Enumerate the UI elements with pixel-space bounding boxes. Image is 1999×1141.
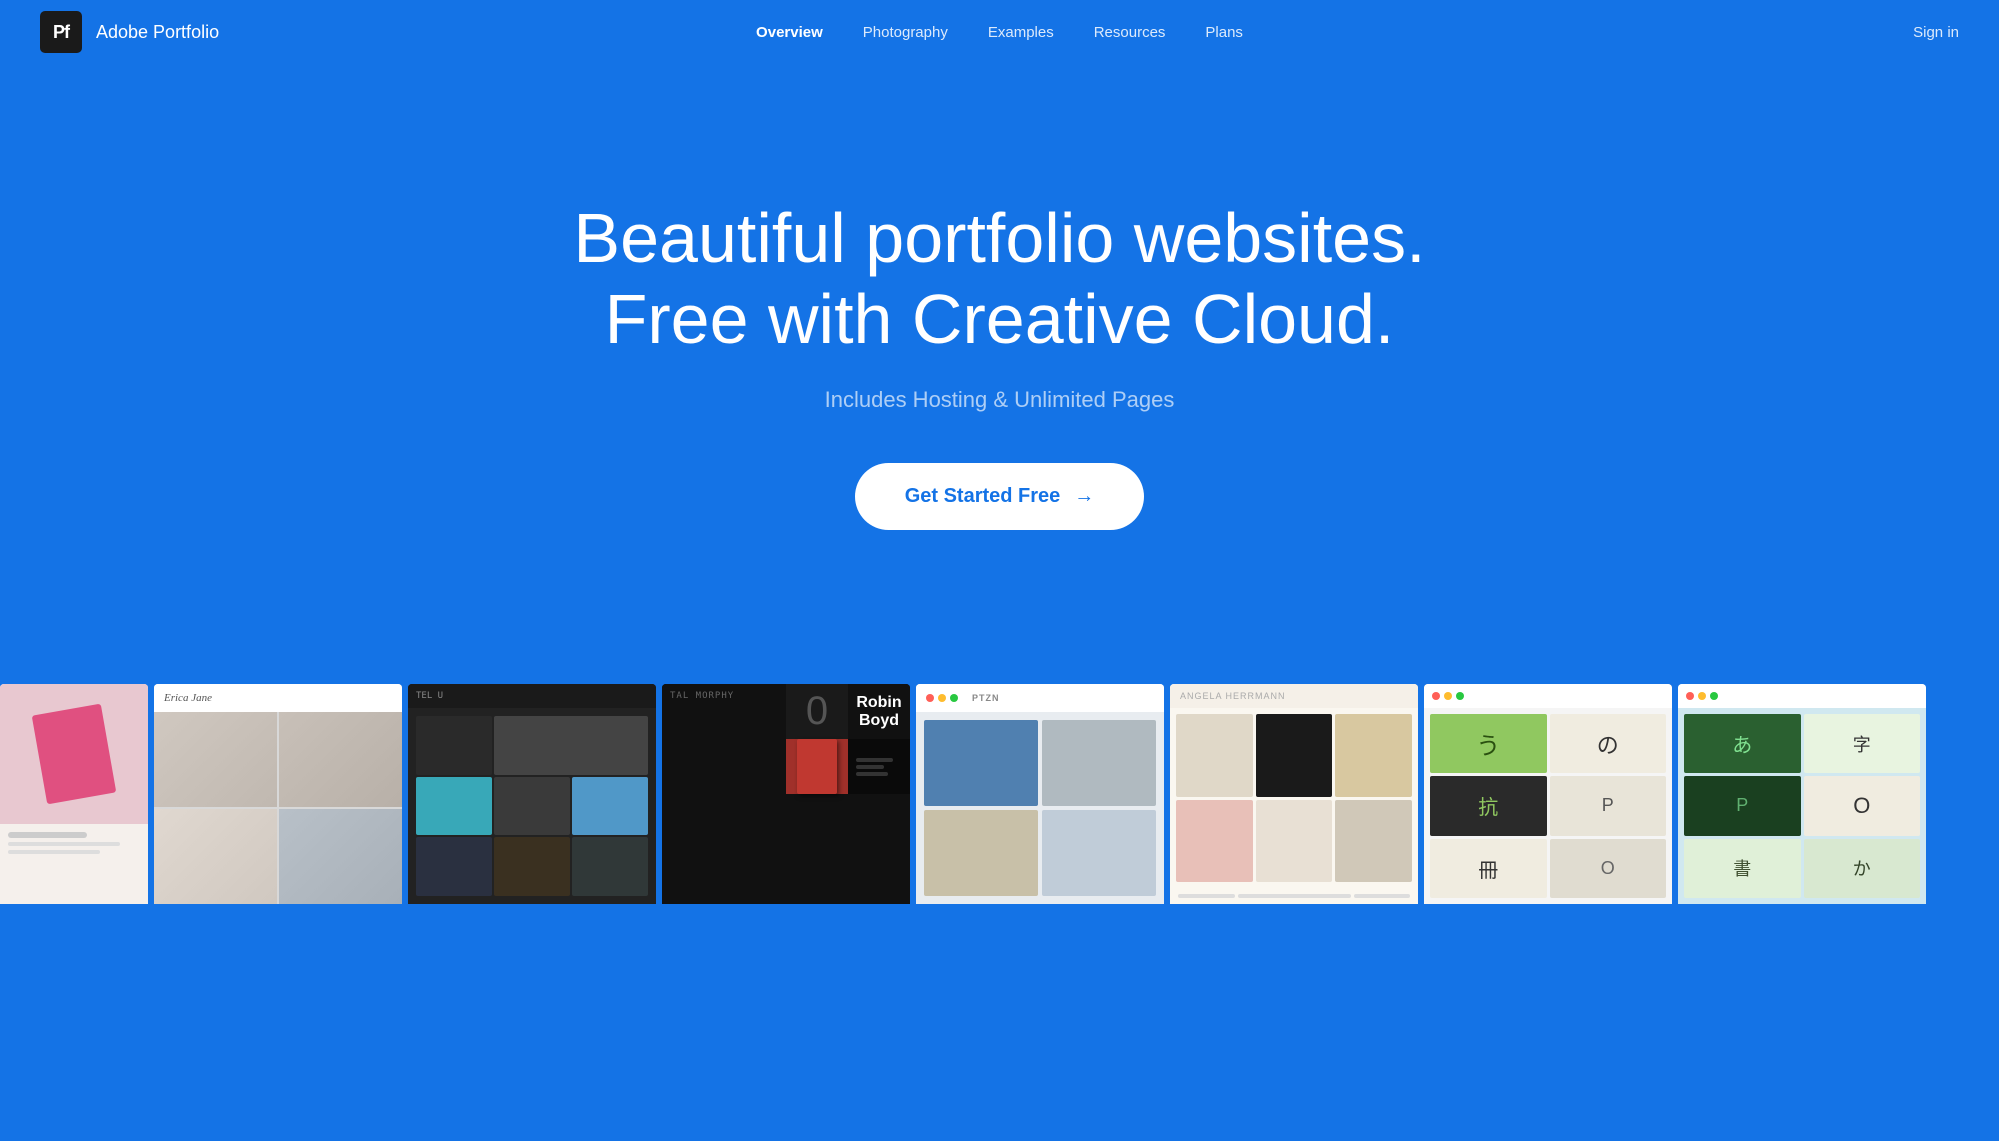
nav-links: Overview Photography Examples Resources … — [756, 24, 1243, 41]
window-dot-red — [926, 694, 934, 702]
rb-cell-name: RobinBoyd — [848, 684, 910, 739]
stationery-cell — [1335, 800, 1412, 883]
showcase-strip: Erica Jane TEL U — [0, 684, 1999, 904]
text-line — [8, 832, 87, 838]
photo-cell — [279, 712, 402, 807]
photo-cell — [1042, 720, 1156, 806]
photo-cell — [154, 712, 277, 807]
grid-cell — [494, 837, 570, 896]
window-dot-green — [1710, 692, 1718, 700]
portfolio-card-extra: あ 字 P O 書 か — [1678, 684, 1926, 904]
cta-label: Get Started Free — [905, 485, 1061, 508]
kanji-cell: P — [1550, 776, 1667, 835]
navbar: Pf Adobe Portfolio Overview Photography … — [0, 0, 1999, 64]
window-dot-green — [1456, 692, 1464, 700]
kanji-cell: O — [1550, 839, 1667, 898]
nav-link-overview[interactable]: Overview — [756, 24, 823, 41]
grid-cell — [416, 716, 492, 775]
portfolio-card-3: TEL U — [408, 684, 656, 904]
brand: Pf Adobe Portfolio — [40, 11, 219, 53]
hero-section: Beautiful portfolio websites. Free with … — [0, 64, 1999, 644]
photo-cell — [154, 809, 277, 904]
photo-cell — [1042, 810, 1156, 896]
photo-cell — [279, 809, 402, 904]
rb-cell-book — [786, 739, 848, 794]
cta-arrow-icon: → — [1074, 485, 1094, 508]
nav-link-photography[interactable]: Photography — [863, 24, 948, 41]
grid-cell — [416, 837, 492, 896]
window-dot-green — [950, 694, 958, 702]
text-line — [8, 842, 120, 846]
window-dot-red — [1432, 692, 1440, 700]
portfolio-card-6: ANGELA HERRMANN — [1170, 684, 1418, 904]
hero-subtitle: Includes Hosting & Unlimited Pages — [825, 387, 1175, 413]
nav-link-plans[interactable]: Plans — [1205, 24, 1243, 41]
portfolio-showcase: Erica Jane TEL U — [0, 644, 1999, 904]
text-line — [8, 850, 100, 854]
brand-name: Adobe Portfolio — [96, 22, 219, 43]
stationery-cell — [1176, 714, 1253, 797]
stationery-cell — [1256, 714, 1333, 797]
grid-cell — [494, 777, 570, 836]
stationery-cell — [1256, 800, 1333, 883]
kanji-cell: の — [1550, 714, 1667, 773]
grid-cell — [572, 777, 648, 836]
window-dot-red — [1686, 692, 1694, 700]
grid-cell — [494, 716, 648, 775]
portfolio-card-4: TAL MORPHY 0 RobinBoyd — [662, 684, 910, 904]
kanji-cell: 抗 — [1430, 776, 1547, 835]
decorative-book — [32, 704, 117, 805]
brand-logo-icon: Pf — [40, 11, 82, 53]
nav-link-resources[interactable]: Resources — [1094, 24, 1166, 41]
get-started-button[interactable]: Get Started Free → — [855, 463, 1145, 530]
photo-cell — [924, 810, 1038, 896]
window-dot-yellow — [1698, 692, 1706, 700]
portfolio-card-7: う の 抗 P 冊 O — [1424, 684, 1672, 904]
portfolio-name: Erica Jane — [164, 692, 212, 704]
rb-cell-text — [848, 739, 910, 794]
portfolio-card-1 — [0, 684, 148, 904]
stationery-cell — [1335, 714, 1412, 797]
window-dot-yellow — [938, 694, 946, 702]
hero-title: Beautiful portfolio websites. Free with … — [573, 198, 1425, 359]
signin-link[interactable]: Sign in — [1913, 24, 1959, 41]
stationery-cell — [1176, 800, 1253, 883]
photo-cell — [924, 720, 1038, 806]
kanji-cell: う — [1430, 714, 1547, 773]
portfolio-card-2: Erica Jane — [154, 684, 402, 904]
rb-cell-number: 0 — [786, 684, 848, 739]
portfolio-card-5: PTZN — [916, 684, 1164, 904]
nav-link-examples[interactable]: Examples — [988, 24, 1054, 41]
grid-cell — [416, 777, 492, 836]
kanji-cell: 冊 — [1430, 839, 1547, 898]
grid-cell — [572, 837, 648, 896]
window-dot-yellow — [1444, 692, 1452, 700]
